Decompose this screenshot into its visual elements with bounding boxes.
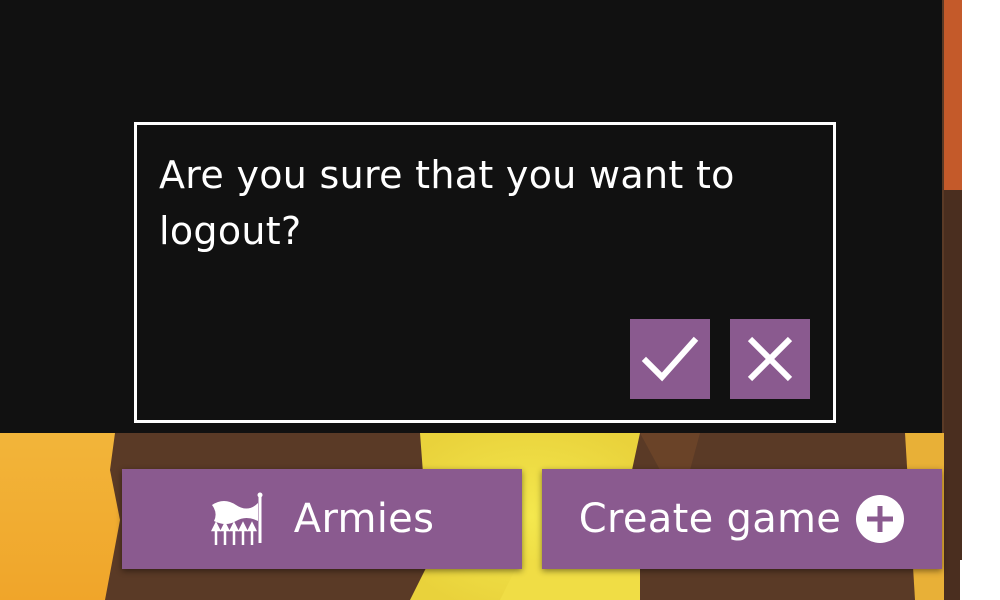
- check-icon: [641, 336, 699, 382]
- armies-banner-icon: [210, 491, 268, 547]
- confirm-button[interactable]: [630, 319, 710, 399]
- armies-button-label: Armies: [293, 496, 435, 542]
- screen: Are you sure that you want to logout? Ar…: [0, 0, 1000, 600]
- logout-confirm-dialog: Are you sure that you want to logout?: [134, 122, 836, 423]
- close-icon: [747, 336, 793, 382]
- armies-button[interactable]: Armies: [122, 469, 522, 569]
- plus-circle-icon: [855, 494, 905, 544]
- cancel-button[interactable]: [730, 319, 810, 399]
- create-game-button[interactable]: Create game: [542, 469, 942, 569]
- dialog-message: Are you sure that you want to logout?: [159, 153, 735, 253]
- create-game-button-label: Create game: [578, 496, 842, 542]
